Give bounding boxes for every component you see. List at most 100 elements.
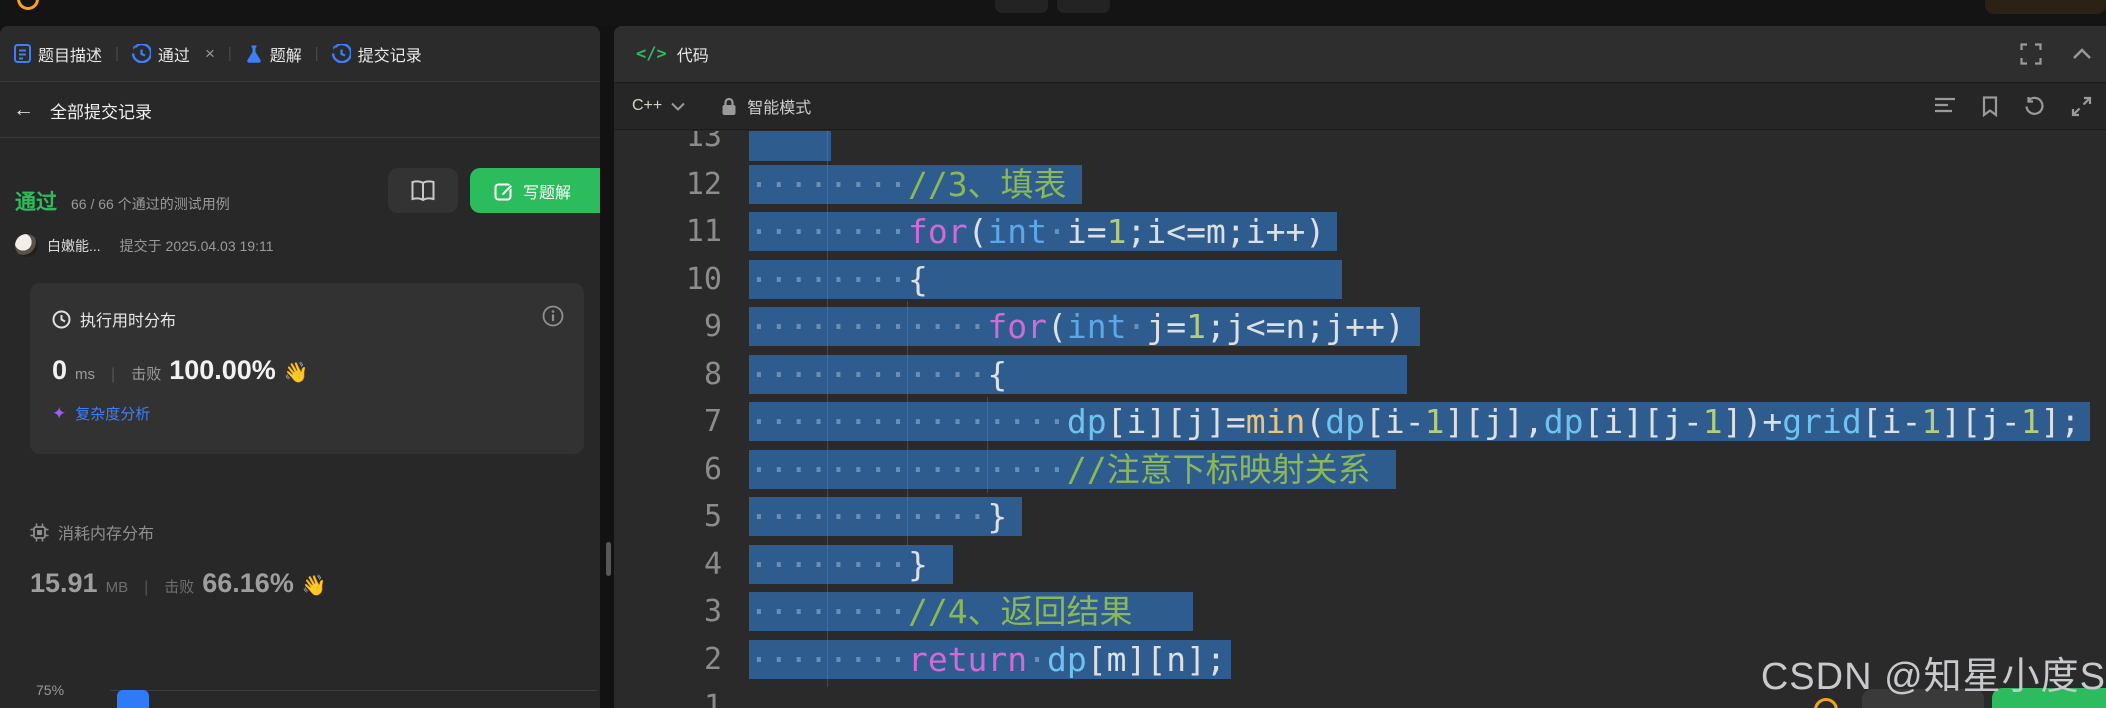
write-solution-label: 写题解 <box>523 184 572 202</box>
tab-solutions[interactable]: 题解 <box>245 42 302 66</box>
chip-icon <box>30 523 49 542</box>
code-panel-header: </> 代码 <box>614 26 2106 82</box>
tab-label: 题解 <box>269 47 302 65</box>
code-editor[interactable]: 13 12 ········//3、填表 11 ········for(int·i=1;… <box>614 131 2106 708</box>
runtime-beat: 100.00% <box>169 355 276 385</box>
code-line[interactable]: 3 ········//4、返回结果 <box>704 588 2106 636</box>
code-panel-title: 代码 <box>676 48 709 65</box>
chevron-down-icon[interactable] <box>671 102 685 111</box>
code-line[interactable]: 9 ············for(int·j=1;j<=n;j++) <box>704 303 2106 351</box>
memory-value: 15.91 <box>30 568 98 598</box>
line-number: 7 <box>703 404 722 440</box>
selection-highlight: ········for(int·i=1;i<=m;i++) <box>749 212 1338 252</box>
line-number: 3 <box>703 594 722 630</box>
notebook-button[interactable] <box>388 168 458 213</box>
indent-guide <box>907 301 908 546</box>
complexity-link[interactable]: 复杂度分析 <box>75 403 150 424</box>
expand-diagonal-icon[interactable] <box>2071 96 2092 117</box>
top-toolbar-button[interactable] <box>1057 0 1110 13</box>
tab-separator: | <box>227 45 232 62</box>
beat-label: 击败 <box>164 579 195 596</box>
page-title: 全部提交记录 <box>50 102 152 122</box>
undo-icon[interactable] <box>2024 96 2045 116</box>
code-line[interactable]: 12 ········//3、填表 <box>686 161 2106 209</box>
memory-value-row: 15.91 MB | 击败 66.16% 👋 <box>30 568 327 599</box>
line-number: 8 <box>703 356 722 392</box>
code-line[interactable]: 4 ········} <box>704 541 2106 589</box>
code-panel: </> 代码 C++ 智能模式 13 12 ········//3、填表 11 … <box>614 26 2106 708</box>
tab-separator: | <box>314 45 319 62</box>
tab-problem-description[interactable]: 题目描述 <box>14 42 102 66</box>
code-line[interactable]: 5 ············} <box>704 493 2106 541</box>
selection-highlight: ············} <box>749 497 1023 537</box>
wave-hand-icon: 👋 <box>283 362 309 384</box>
selection-highlight: ················dp[i][j]=min(dp[i-1][j],… <box>749 402 2091 442</box>
edit-icon <box>494 181 514 201</box>
code-line[interactable]: 10 ········{ <box>686 256 2106 304</box>
line-number: 4 <box>703 546 722 582</box>
browser-top-strip <box>0 0 2106 26</box>
submitter-row: 白嫩能... 提交于 2025.04.03 19:11 <box>15 234 274 257</box>
code-line[interactable]: 7 ················dp[i][j]=min(dp[i-1][j]… <box>704 398 2106 446</box>
tab-label: 题目描述 <box>38 47 103 65</box>
line-number: 11 <box>685 214 722 250</box>
avatar <box>15 234 38 257</box>
wave-hand-icon: 👋 <box>301 575 327 597</box>
chart-bar[interactable] <box>117 690 149 708</box>
runtime-value: 0 <box>52 355 68 385</box>
bookmark-icon[interactable] <box>1982 95 1998 117</box>
smart-mode-label[interactable]: 智能模式 <box>747 94 811 118</box>
code-line[interactable]: 8 ············{ <box>704 351 2106 399</box>
selection-highlight: ········return·dp[m][n]; <box>749 639 1231 679</box>
code-line[interactable]: 6 ················//注意下标映射关系 <box>704 446 2106 494</box>
submissions-header: ← 全部提交记录 <box>0 83 600 138</box>
close-icon[interactable]: × <box>205 44 215 64</box>
flask-icon <box>245 44 263 63</box>
memory-beat: 66.16% <box>202 568 294 598</box>
testcases-text: 66 / 66 个通过的测试用例 <box>71 196 230 212</box>
complexity-row: ✦ 复杂度分析 <box>52 403 150 424</box>
tab-passed[interactable]: 通过 × <box>131 42 215 66</box>
selection-highlight: ········} <box>749 544 953 584</box>
indent-guide <box>827 131 828 687</box>
code-tag-icon: </> <box>636 44 667 64</box>
left-panel: 题目描述 | 通过 × | 题解 | 提交记录 ← 全部提交记录 通过 66 /… <box>0 26 600 708</box>
line-number: 9 <box>703 309 722 345</box>
chart-gridline <box>110 690 597 691</box>
info-icon[interactable] <box>542 305 564 327</box>
chevron-up-icon[interactable] <box>2072 48 2092 60</box>
csdn-watermark: CSDN @知星小度S <box>1760 656 2106 698</box>
write-solution-button[interactable]: 写题解 <box>470 168 600 213</box>
memory-unit: MB <box>105 579 129 596</box>
result-row: 通过 66 / 66 个通过的测试用例 <box>15 186 230 216</box>
format-lines-icon[interactable] <box>1934 97 1956 115</box>
code-line[interactable]: 11 ········for(int·i=1;i<=m;i++) <box>686 208 2106 256</box>
language-selector[interactable]: C++ <box>632 97 662 115</box>
editor-toolbar: C++ 智能模式 <box>614 82 2106 130</box>
tab-submission-records[interactable]: 提交记录 <box>331 42 422 66</box>
line-number: 6 <box>703 451 722 487</box>
line-number: 13 <box>685 131 722 155</box>
app-window: 题目描述 | 通过 × | 题解 | 提交记录 ← 全部提交记录 通过 66 /… <box>0 0 2106 708</box>
submitted-time: 提交于 2025.04.03 19:11 <box>119 237 274 254</box>
tab-label: 通过 <box>157 47 190 65</box>
site-logo-icon <box>17 0 39 10</box>
selection-highlight: ············for(int·j=1;j<=n;j++) <box>749 307 1420 347</box>
memory-title-row: 消耗内存分布 <box>30 520 154 544</box>
username[interactable]: 白嫩能... <box>47 236 101 256</box>
sparkle-icon: ✦ <box>52 403 67 423</box>
beat-label: 击败 <box>131 366 162 383</box>
fullscreen-icon[interactable] <box>2020 43 2042 65</box>
back-arrow-icon[interactable]: ← <box>13 98 34 122</box>
line-number: 10 <box>685 261 722 297</box>
code-line[interactable]: 13 <box>686 131 2106 162</box>
line-number: 2 <box>703 641 722 677</box>
memory-title: 消耗内存分布 <box>58 526 155 543</box>
top-toolbar-button[interactable] <box>995 0 1048 13</box>
document-icon <box>14 44 31 63</box>
user-avatar-cutoff[interactable] <box>1985 0 2106 14</box>
line-number: 12 <box>685 166 722 202</box>
divider: | <box>111 366 116 383</box>
panel-scrollbar[interactable] <box>606 542 611 576</box>
tab-bar: 题目描述 | 通过 × | 题解 | 提交记录 <box>0 26 600 82</box>
